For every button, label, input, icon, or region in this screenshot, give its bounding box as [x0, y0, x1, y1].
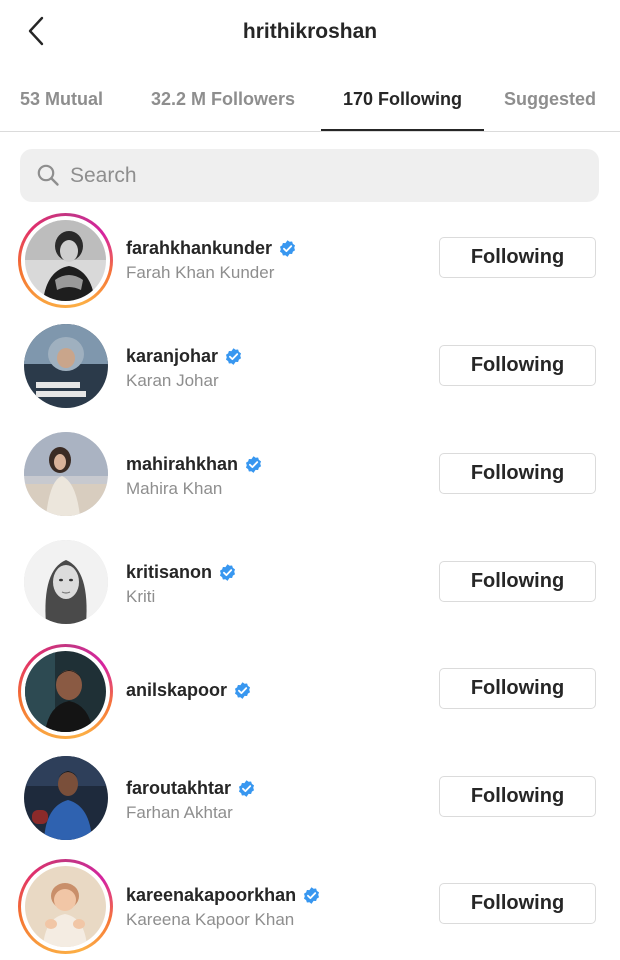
following-button[interactable]: Following	[439, 345, 596, 386]
username[interactable]: mahirahkhan	[126, 454, 238, 475]
avatar	[25, 220, 106, 301]
list-item[interactable]: anilskapoor Following	[0, 636, 620, 744]
verified-badge-icon	[304, 887, 320, 904]
following-button[interactable]: Following	[439, 883, 596, 924]
avatar	[24, 540, 108, 624]
full-name: Farhan Akhtar	[126, 803, 233, 822]
username-line: kritisanon	[126, 562, 237, 583]
username-line: mahirahkhan	[126, 454, 263, 475]
list-item[interactable]: farahkhankunder Farah Khan Kunder Follow…	[0, 204, 620, 312]
list-item[interactable]: kritisanon Kriti Following	[0, 528, 620, 636]
list-item[interactable]: karanjohar Karan Johar Following	[0, 312, 620, 420]
avatar	[24, 756, 108, 840]
following-button[interactable]: Following	[439, 668, 596, 709]
list-item[interactable]: mahirahkhan Mahira Khan Following	[0, 420, 620, 528]
username-line: karanjohar	[126, 346, 243, 367]
story-ring[interactable]	[18, 859, 113, 954]
full-name: Kriti	[126, 587, 156, 606]
full-name: Kareena Kapoor Khan	[126, 910, 295, 929]
list-item[interactable]: faroutakhtar Farhan Akhtar Following	[0, 744, 620, 852]
following-button[interactable]: Following	[439, 776, 596, 817]
header: hrithikroshan	[0, 0, 620, 70]
verified-badge-icon	[226, 348, 242, 365]
search-bar[interactable]	[20, 149, 599, 202]
tab-suggested[interactable]: Suggested	[504, 89, 596, 110]
username[interactable]: farahkhankunder	[126, 238, 272, 259]
active-tab-indicator	[321, 129, 484, 131]
full-name: Mahira Khan	[126, 479, 223, 498]
username[interactable]: faroutakhtar	[126, 778, 231, 799]
following-button[interactable]: Following	[439, 561, 596, 602]
username[interactable]: kareenakapoorkhan	[126, 885, 296, 906]
avatar	[24, 432, 108, 516]
following-button[interactable]: Following	[439, 237, 596, 278]
avatar	[24, 324, 108, 408]
verified-badge-icon	[220, 564, 236, 581]
story-ring[interactable]	[18, 644, 113, 739]
verified-badge-icon	[246, 456, 262, 473]
verified-badge-icon	[280, 240, 296, 257]
username-line: faroutakhtar	[126, 778, 256, 799]
following-button[interactable]: Following	[439, 453, 596, 494]
username-line: farahkhankunder	[126, 238, 297, 259]
avatar	[25, 866, 106, 947]
tab-mutual[interactable]: 53 Mutual	[20, 89, 103, 110]
verified-badge-icon	[239, 780, 255, 797]
username[interactable]: karanjohar	[126, 346, 218, 367]
username[interactable]: anilskapoor	[126, 680, 227, 701]
full-name: Farah Khan Kunder	[126, 263, 275, 282]
full-name: Karan Johar	[126, 371, 219, 390]
tab-following[interactable]: 170 Following	[343, 89, 462, 110]
tab-bar: 53 Mutual 32.2 M Followers 170 Following…	[0, 70, 620, 132]
avatar	[25, 651, 106, 732]
username-line: anilskapoor	[126, 680, 252, 701]
verified-badge-icon	[235, 682, 251, 699]
search-input[interactable]	[70, 149, 590, 202]
story-ring[interactable]	[18, 213, 113, 308]
search-icon	[37, 164, 59, 186]
tab-followers[interactable]: 32.2 M Followers	[151, 89, 295, 110]
username-line: kareenakapoorkhan	[126, 885, 321, 906]
username[interactable]: kritisanon	[126, 562, 212, 583]
page-title: hrithikroshan	[242, 20, 378, 43]
list-item[interactable]: kareenakapoorkhan Kareena Kapoor Khan Fo…	[0, 852, 620, 960]
